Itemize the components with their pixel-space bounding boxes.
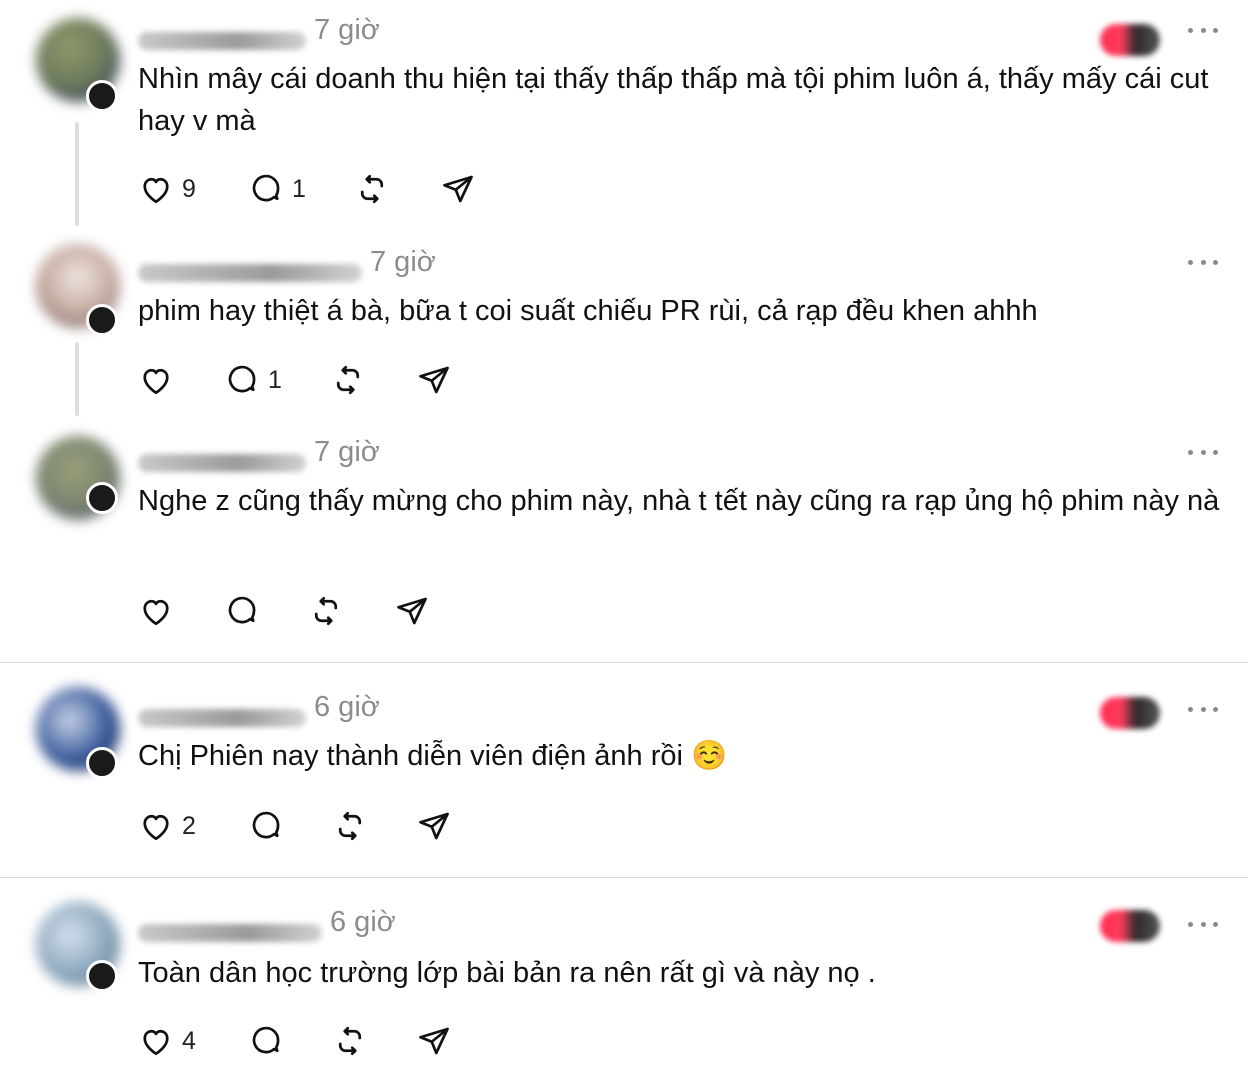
heart-icon (143, 177, 169, 204)
post: 7 giờ Nhìn mây cái doanh thu hiện tại th… (0, 0, 1248, 230)
follow-badge[interactable] (86, 747, 118, 779)
post-text: phim hay thiệt á bà, bữa t coi suất chiế… (138, 295, 1038, 327)
share-button[interactable] (440, 171, 476, 207)
repost-icon (338, 1026, 362, 1056)
reply-count: 1 (292, 174, 306, 203)
send-icon (419, 1027, 449, 1055)
comment-icon (252, 1026, 280, 1054)
reply-button[interactable] (224, 593, 268, 629)
heart-icon (143, 814, 169, 841)
share-button[interactable] (394, 593, 430, 629)
media-thumbnail[interactable] (1100, 697, 1160, 729)
like-count: 9 (182, 174, 196, 203)
repost-icon (338, 811, 362, 841)
follow-badge[interactable] (86, 80, 118, 112)
repost-button[interactable] (308, 593, 344, 629)
timestamp: 7 giờ (314, 14, 380, 46)
more-options-icon[interactable] (1188, 24, 1218, 36)
username[interactable] (138, 264, 362, 282)
like-button[interactable]: 2 (138, 808, 196, 844)
send-icon (397, 597, 427, 625)
repost-icon (360, 174, 384, 204)
share-button[interactable] (416, 1023, 452, 1059)
reply-button[interactable]: 1 (248, 171, 306, 207)
like-count: 4 (182, 1026, 196, 1055)
timestamp: 6 giờ (330, 906, 396, 938)
more-options-icon[interactable] (1188, 918, 1218, 930)
username[interactable] (138, 924, 322, 942)
like-button[interactable]: 9 (138, 171, 196, 207)
heart-icon (143, 599, 169, 626)
post-text: Toàn dân học trường lớp bài bản ra nên r… (138, 957, 876, 989)
post: 6 giờ Toàn dân học trường lớp bài bản ra… (0, 878, 1248, 1074)
username[interactable] (138, 32, 306, 50)
heart-icon (143, 1029, 169, 1056)
comment-icon (252, 174, 280, 202)
share-button[interactable] (416, 808, 452, 844)
heart-icon (143, 368, 169, 395)
follow-badge[interactable] (86, 482, 118, 514)
timestamp: 7 giờ (370, 246, 436, 278)
post-text: Nhìn mây cái doanh thu hiện tại thấy thấ… (138, 63, 1209, 137)
thread-line (75, 342, 79, 416)
reply-button[interactable] (248, 1023, 292, 1059)
action-bar (138, 593, 458, 629)
post-text: Nghe z cũng thấy mừng cho phim này, nhà … (138, 485, 1220, 517)
more-options-icon[interactable] (1188, 703, 1218, 715)
like-button[interactable] (138, 593, 182, 629)
send-icon (443, 175, 473, 203)
share-button[interactable] (416, 362, 452, 398)
reply-button[interactable]: 1 (224, 362, 282, 398)
repost-icon (314, 596, 338, 626)
comment-icon (252, 811, 280, 839)
timestamp: 7 giờ (314, 436, 380, 468)
follow-badge[interactable] (86, 960, 118, 992)
like-button[interactable] (138, 362, 182, 398)
reply-button[interactable] (248, 808, 292, 844)
thread-line (75, 122, 79, 226)
media-thumbnail[interactable] (1100, 24, 1160, 56)
media-thumbnail[interactable] (1100, 910, 1160, 942)
repost-button[interactable] (332, 808, 368, 844)
post: 7 giờ Nghe z cũng thấy mừng cho phim này… (0, 420, 1248, 662)
send-icon (419, 812, 449, 840)
send-icon (419, 366, 449, 394)
action-bar: 2 (138, 808, 478, 844)
comment-icon (228, 596, 256, 624)
follow-badge[interactable] (86, 304, 118, 336)
repost-icon (336, 365, 360, 395)
username[interactable] (138, 709, 306, 727)
repost-button[interactable] (354, 171, 390, 207)
more-options-icon[interactable] (1188, 256, 1218, 268)
action-bar: 1 (138, 362, 478, 398)
repost-button[interactable] (330, 362, 366, 398)
username[interactable] (138, 454, 306, 472)
action-bar: 4 (138, 1023, 478, 1059)
repost-button[interactable] (332, 1023, 368, 1059)
timestamp: 6 giờ (314, 691, 380, 723)
like-button[interactable]: 4 (138, 1023, 196, 1059)
post: 6 giờ Chị Phiên nay thành diễn viên điện… (0, 663, 1248, 877)
action-bar: 9 1 (138, 171, 538, 207)
post-text: Chị Phiên nay thành diễn viên điện ảnh r… (138, 740, 728, 772)
comment-icon (228, 365, 256, 393)
post: 7 giờ phim hay thiệt á bà, bữa t coi suấ… (0, 230, 1248, 420)
more-options-icon[interactable] (1188, 446, 1218, 458)
reply-count: 1 (268, 365, 282, 394)
like-count: 2 (182, 811, 196, 840)
